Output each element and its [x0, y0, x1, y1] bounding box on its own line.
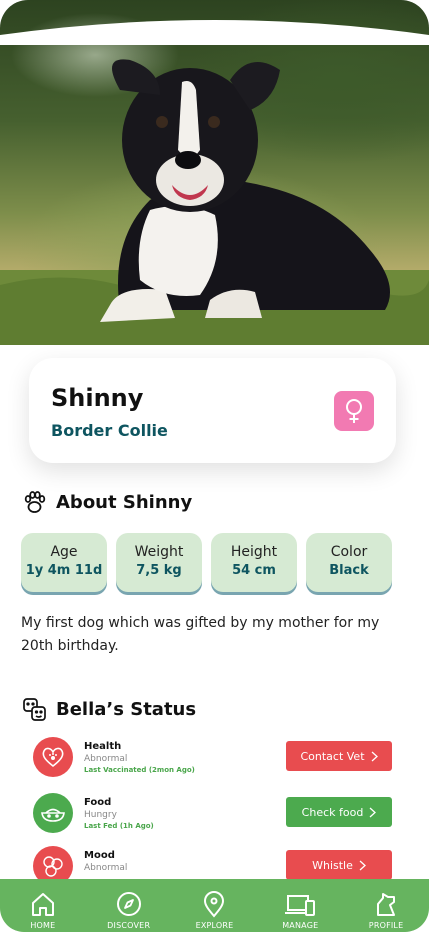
nav-label: DISCOVER	[107, 921, 151, 930]
button-label: Contact Vet	[300, 749, 365, 763]
pet-breed: Border Collie	[51, 421, 168, 440]
compass-icon	[116, 892, 141, 916]
stat-value: 1y 4m 11d	[25, 563, 103, 578]
nav-manage[interactable]: MANAGE	[265, 879, 335, 932]
stat-value: 54 cm	[232, 563, 276, 578]
home-icon	[31, 893, 54, 916]
nav-label: PROFILE	[368, 921, 404, 930]
devices-icon	[285, 895, 316, 916]
status-title: Bella’s Status	[56, 699, 197, 720]
paw-icon	[24, 491, 46, 513]
stat-label: Height	[230, 544, 278, 560]
status-title-health: Health	[84, 741, 122, 752]
status-row-health: Health Abnormal Last Vaccinated (2mon Ag…	[33, 737, 393, 781]
pet-description: My first dog which was gifted by my moth…	[21, 615, 380, 654]
check-food-button[interactable]: Check food	[286, 797, 392, 827]
location-pin-icon	[204, 891, 225, 918]
stat-label: Weight	[134, 544, 184, 560]
mood-icon	[43, 856, 63, 877]
female-icon	[346, 399, 362, 423]
heart-paw-icon	[42, 747, 64, 768]
stat-value: Black	[329, 563, 369, 578]
dog-illustration	[0, 59, 429, 345]
about-section-title: About Shinny	[22, 490, 192, 515]
stats-row: Age 1y 4m 11d Weight 7,5 kg Height 54 cm…	[21, 533, 392, 592]
nav-profile[interactable]: PROFILE	[351, 879, 421, 932]
stat-label: Age	[50, 544, 78, 560]
pet-name: Shinny	[51, 384, 144, 412]
pet-card: Shinny Border Collie	[29, 358, 396, 463]
gender-badge[interactable]	[334, 391, 374, 431]
chevron-right-icon	[369, 807, 377, 817]
status-title-mood: Mood	[84, 850, 115, 861]
chevron-right-icon	[371, 751, 378, 761]
nav-discover[interactable]: DISCOVER	[94, 879, 164, 932]
contact-vet-button[interactable]: Contact Vet	[286, 741, 392, 771]
status-icon-bg	[33, 793, 73, 833]
whistle-button[interactable]: Whistle	[286, 850, 392, 880]
stat-height: Height 54 cm	[211, 533, 297, 592]
nav-home[interactable]: HOME	[8, 879, 78, 932]
button-label: Whistle	[312, 858, 353, 872]
status-note-health: Last Vaccinated (2mon Ago)	[84, 766, 195, 774]
stat-weight: Weight 7,5 kg	[116, 533, 202, 592]
status-row-food: Food Hungry Last Fed (1h Ago) Check food	[33, 793, 393, 837]
stat-color: Color Black	[306, 533, 392, 592]
button-label: Check food	[301, 805, 364, 819]
status-note-food: Last Fed (1h Ago)	[84, 822, 154, 830]
stat-value: 7,5 kg	[136, 563, 182, 578]
stat-label: Color	[330, 544, 368, 560]
status-icon-bg	[33, 737, 73, 777]
bottom-nav: HOME DISCOVER EXPLORE MANAGE PROFILE	[0, 879, 429, 932]
pet-photo	[0, 0, 429, 345]
profile-icon	[377, 893, 396, 916]
status-title-food: Food	[84, 797, 112, 808]
status-faces-icon	[23, 698, 46, 721]
nav-label: MANAGE	[282, 921, 319, 930]
about-title: About Shinny	[56, 492, 193, 513]
chevron-right-icon	[359, 860, 366, 870]
nav-label: HOME	[30, 921, 56, 930]
nav-explore[interactable]: EXPLORE	[179, 879, 249, 932]
status-section-title: Bella’s Status	[22, 697, 196, 722]
status-sub-mood: Abnormal	[84, 863, 128, 873]
food-bowl-icon	[41, 808, 65, 822]
stat-age: Age 1y 4m 11d	[21, 533, 107, 592]
nav-label: EXPLORE	[195, 921, 234, 930]
status-sub-food: Hungry	[84, 810, 117, 820]
status-sub-health: Abnormal	[84, 754, 128, 764]
